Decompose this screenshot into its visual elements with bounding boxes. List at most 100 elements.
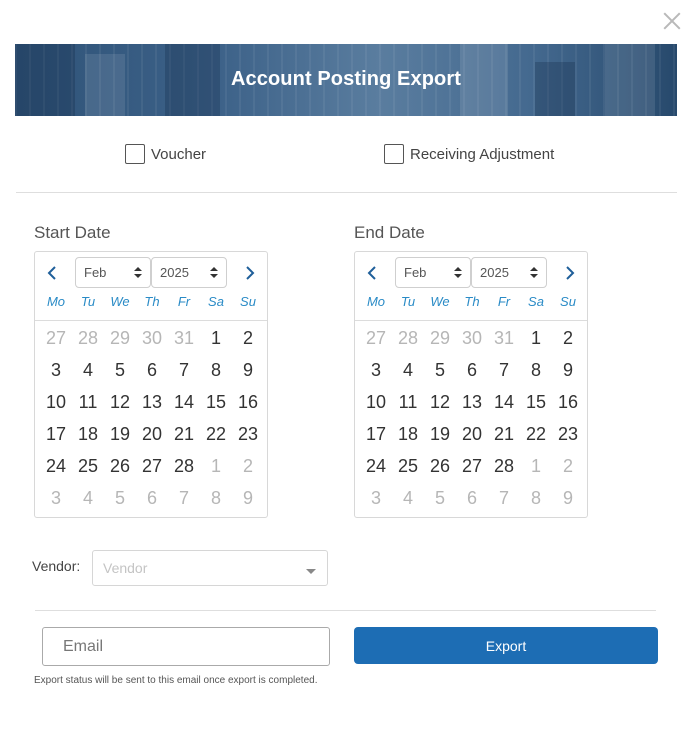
calendar-day[interactable]: 13	[456, 386, 488, 418]
calendar-day[interactable]: 26	[104, 450, 136, 482]
calendar-day[interactable]: 10	[360, 386, 392, 418]
calendar-day[interactable]: 4	[392, 482, 424, 514]
chevron-right-icon[interactable]	[562, 265, 578, 281]
vendor-select[interactable]: Vendor	[92, 550, 328, 586]
calendar-day[interactable]: 1	[520, 322, 552, 354]
calendar-day[interactable]: 15	[200, 386, 232, 418]
calendar-day[interactable]: 1	[200, 322, 232, 354]
calendar-day[interactable]: 2	[552, 322, 584, 354]
voucher-option[interactable]: Voucher	[125, 143, 206, 165]
calendar-day[interactable]: 11	[392, 386, 424, 418]
calendar-day[interactable]: 16	[552, 386, 584, 418]
calendar-day[interactable]: 24	[40, 450, 72, 482]
calendar-day[interactable]: 27	[456, 450, 488, 482]
calendar-day[interactable]: 19	[424, 418, 456, 450]
calendar-day[interactable]: 7	[488, 482, 520, 514]
calendar-day[interactable]: 28	[488, 450, 520, 482]
calendar-day[interactable]: 21	[168, 418, 200, 450]
calendar-day[interactable]: 14	[168, 386, 200, 418]
calendar-day[interactable]: 6	[136, 482, 168, 514]
calendar-day[interactable]: 9	[232, 354, 264, 386]
calendar-day[interactable]: 31	[488, 322, 520, 354]
calendar-day[interactable]: 28	[392, 322, 424, 354]
calendar-day[interactable]: 10	[40, 386, 72, 418]
chevron-left-icon[interactable]	[364, 265, 380, 281]
calendar-day[interactable]: 18	[392, 418, 424, 450]
calendar-day[interactable]: 23	[232, 418, 264, 450]
calendar-day[interactable]: 29	[104, 322, 136, 354]
calendar-day[interactable]: 8	[200, 354, 232, 386]
calendar-day[interactable]: 9	[552, 354, 584, 386]
calendar-day[interactable]: 21	[488, 418, 520, 450]
calendar-day[interactable]: 22	[520, 418, 552, 450]
calendar-day[interactable]: 9	[552, 482, 584, 514]
calendar-day[interactable]: 30	[136, 322, 168, 354]
year-select[interactable]: 2025	[471, 257, 547, 288]
calendar-day[interactable]: 2	[232, 450, 264, 482]
email-input[interactable]	[42, 627, 330, 666]
calendar-day[interactable]: 13	[136, 386, 168, 418]
calendar-day[interactable]: 27	[360, 322, 392, 354]
year-select[interactable]: 2025	[151, 257, 227, 288]
calendar-day[interactable]: 20	[456, 418, 488, 450]
calendar-day[interactable]: 12	[104, 386, 136, 418]
calendar-day[interactable]: 27	[40, 322, 72, 354]
calendar-day[interactable]: 28	[72, 322, 104, 354]
calendar-day[interactable]: 2	[232, 322, 264, 354]
receiving-adjustment-checkbox[interactable]	[384, 144, 404, 164]
calendar-day[interactable]: 22	[200, 418, 232, 450]
calendar-day[interactable]: 6	[456, 482, 488, 514]
calendar-day[interactable]: 6	[456, 354, 488, 386]
month-select[interactable]: Feb	[395, 257, 471, 288]
calendar-day[interactable]: 3	[360, 354, 392, 386]
calendar-day[interactable]: 12	[424, 386, 456, 418]
calendar-day[interactable]: 25	[72, 450, 104, 482]
calendar-day[interactable]: 16	[232, 386, 264, 418]
calendar-day[interactable]: 6	[136, 354, 168, 386]
calendar-day[interactable]: 7	[488, 354, 520, 386]
export-button[interactable]: Export	[354, 627, 658, 664]
calendar-day[interactable]: 8	[520, 482, 552, 514]
calendar-day[interactable]: 9	[232, 482, 264, 514]
calendar-day[interactable]: 7	[168, 354, 200, 386]
calendar-day[interactable]: 3	[40, 482, 72, 514]
calendar-day[interactable]: 17	[360, 418, 392, 450]
calendar-day[interactable]: 27	[136, 450, 168, 482]
calendar-day[interactable]: 4	[72, 354, 104, 386]
chevron-left-icon[interactable]	[44, 265, 60, 281]
chevron-right-icon[interactable]	[242, 265, 258, 281]
calendar-day[interactable]: 25	[392, 450, 424, 482]
calendar-day[interactable]: 11	[72, 386, 104, 418]
calendar-day[interactable]: 14	[488, 386, 520, 418]
voucher-checkbox[interactable]	[125, 144, 145, 164]
calendar-day[interactable]: 30	[456, 322, 488, 354]
calendar-day[interactable]: 5	[424, 482, 456, 514]
calendar-day[interactable]: 20	[136, 418, 168, 450]
calendar-day[interactable]: 8	[200, 482, 232, 514]
calendar-day[interactable]: 3	[40, 354, 72, 386]
calendar-day[interactable]: 15	[520, 386, 552, 418]
calendar-day[interactable]: 4	[392, 354, 424, 386]
calendar-day[interactable]: 4	[72, 482, 104, 514]
calendar-day[interactable]: 31	[168, 322, 200, 354]
calendar-day[interactable]: 23	[552, 418, 584, 450]
calendar-day[interactable]: 29	[424, 322, 456, 354]
calendar-day[interactable]: 3	[360, 482, 392, 514]
calendar-day[interactable]: 1	[520, 450, 552, 482]
calendar-day[interactable]: 24	[360, 450, 392, 482]
calendar-day[interactable]: 7	[168, 482, 200, 514]
calendar-day[interactable]: 18	[72, 418, 104, 450]
calendar-day[interactable]: 5	[104, 354, 136, 386]
calendar-day[interactable]: 5	[104, 482, 136, 514]
calendar-day[interactable]: 8	[520, 354, 552, 386]
close-icon[interactable]	[661, 10, 683, 32]
calendar-day[interactable]: 26	[424, 450, 456, 482]
receiving-adjustment-option[interactable]: Receiving Adjustment	[384, 143, 554, 165]
calendar-day[interactable]: 28	[168, 450, 200, 482]
calendar-day[interactable]: 5	[424, 354, 456, 386]
calendar-day[interactable]: 19	[104, 418, 136, 450]
calendar-day[interactable]: 17	[40, 418, 72, 450]
month-select[interactable]: Feb	[75, 257, 151, 288]
calendar-day[interactable]: 1	[200, 450, 232, 482]
calendar-day[interactable]: 2	[552, 450, 584, 482]
